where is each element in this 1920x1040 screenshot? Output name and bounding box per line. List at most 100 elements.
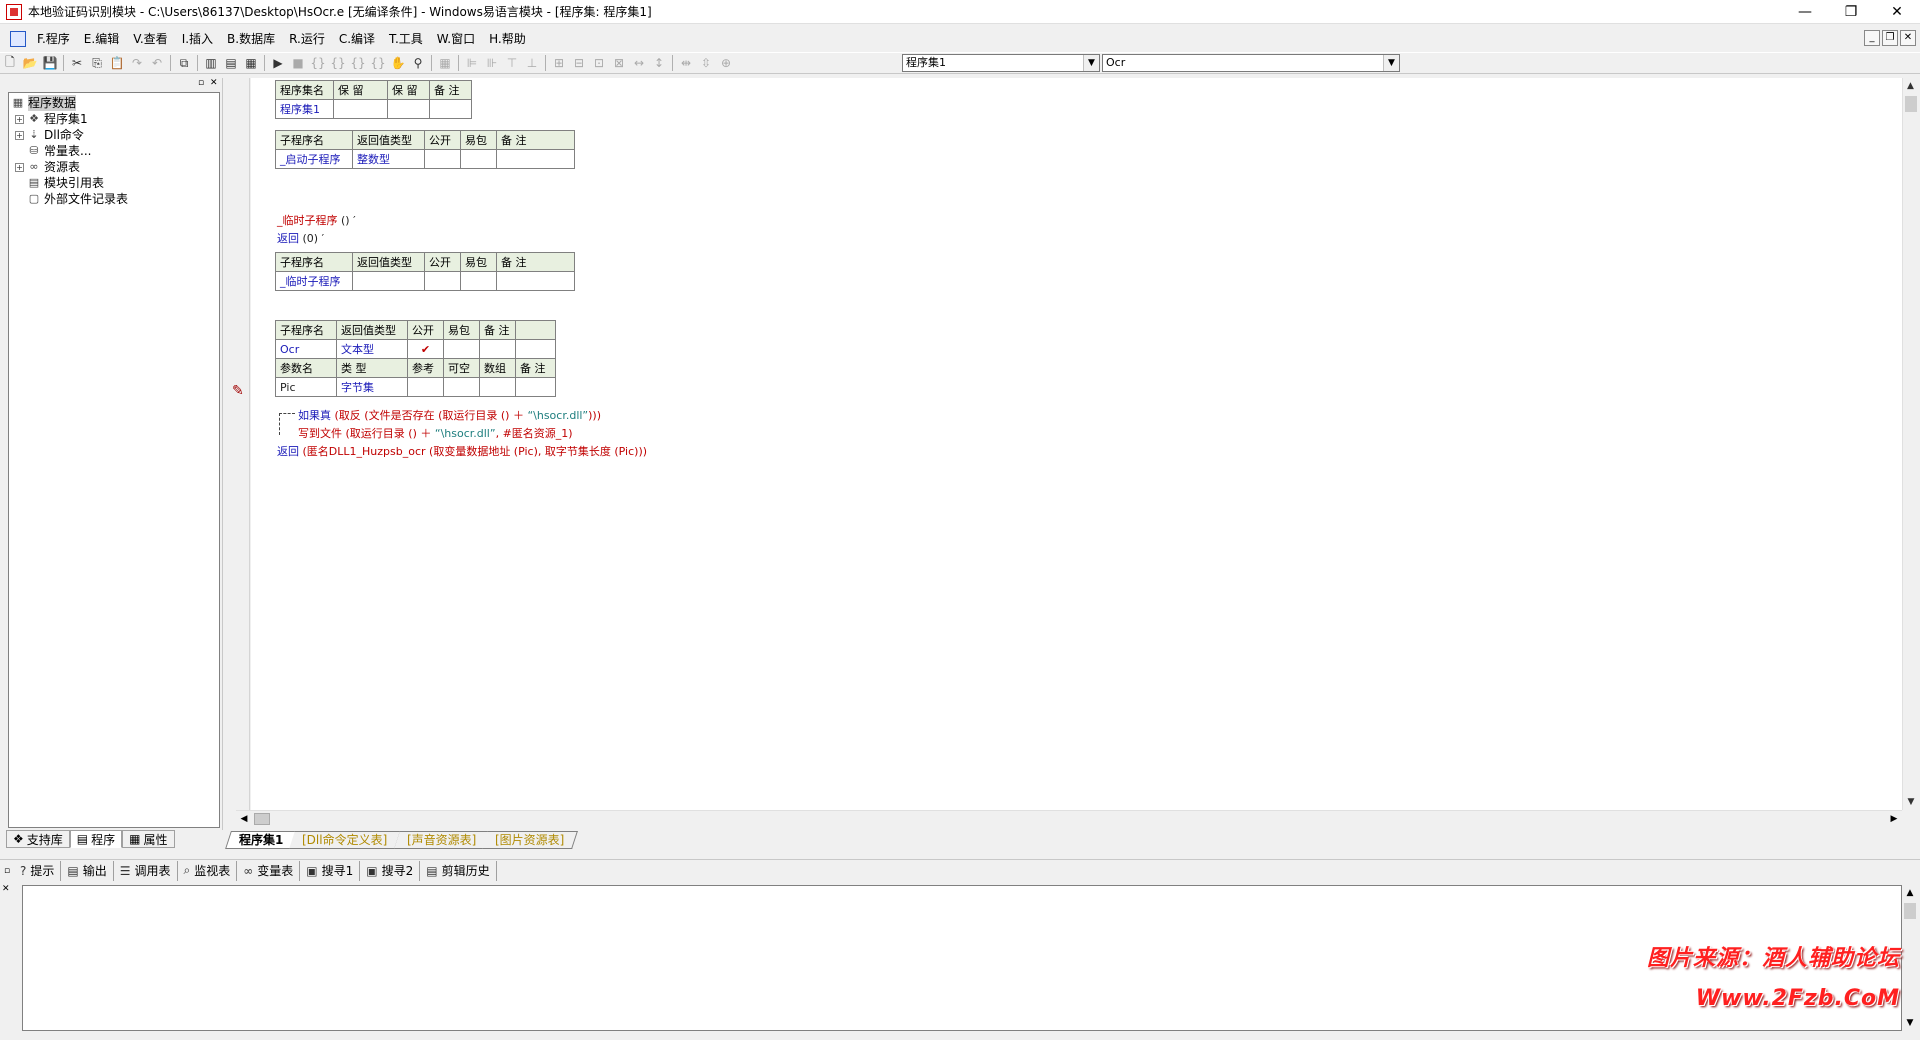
table-cell[interactable] <box>479 377 516 397</box>
menu-edit[interactable]: E.编辑 <box>77 28 126 50</box>
tab-sound-resources[interactable]: [声音资源表] <box>393 831 490 849</box>
table-cell[interactable] <box>429 99 472 119</box>
table-cell[interactable] <box>496 271 575 291</box>
step-into-icon[interactable]: {} <box>308 54 328 72</box>
vspace-icon[interactable]: ⇳ <box>696 54 716 72</box>
layout-full-icon[interactable]: ▦ <box>241 54 261 72</box>
table-cell[interactable] <box>460 271 497 291</box>
stop-icon[interactable]: ■ <box>288 54 308 72</box>
tab-clip-history[interactable]: ▤ 剪辑历史 <box>420 860 497 881</box>
table-cell[interactable] <box>333 99 388 119</box>
editor-vertical-scrollbar[interactable]: ▲ ▼ <box>1902 78 1918 810</box>
output-close-icon[interactable]: ✕ <box>2 884 10 894</box>
code-line[interactable]: _临时子程序 () ′ <box>277 212 356 228</box>
menu-view[interactable]: V.查看 <box>126 28 174 50</box>
chevron-down-icon[interactable]: ▼ <box>1383 55 1399 71</box>
scroll-down-icon[interactable]: ▼ <box>1903 794 1919 810</box>
redo-icon[interactable]: ↷ <box>127 54 147 72</box>
table-cell[interactable] <box>443 339 480 359</box>
tab-properties[interactable]: ▦ 属性 <box>122 830 175 848</box>
table-cell[interactable] <box>424 271 461 291</box>
hspace-icon[interactable]: ⇹ <box>676 54 696 72</box>
align-bottom-icon[interactable]: ⊥ <box>522 54 542 72</box>
save-icon[interactable]: 💾 <box>40 54 60 72</box>
tab-call-stack[interactable]: ☰ 调用表 <box>114 860 178 881</box>
tab-output[interactable]: ▤ 输出 <box>61 860 114 881</box>
table-cell[interactable] <box>479 339 516 359</box>
table-cell[interactable] <box>515 377 556 397</box>
space-h-icon[interactable]: ↔ <box>629 54 649 72</box>
tab-image-resources[interactable]: [图片资源表] <box>482 831 579 849</box>
scroll-up-icon[interactable]: ▲ <box>1902 885 1918 901</box>
table-cell[interactable]: Pic <box>275 377 337 397</box>
assembly-select[interactable]: 程序集1 ▼ <box>902 54 1100 72</box>
menu-window[interactable]: W.窗口 <box>430 28 482 50</box>
align-right-icon[interactable]: ⊪ <box>482 54 502 72</box>
scroll-thumb[interactable] <box>254 813 270 825</box>
tab-search1[interactable]: ▣ 搜寻1 <box>300 860 361 881</box>
tree-item-assembly[interactable]: + ❖ 程序集1 <box>11 111 217 127</box>
restore-button[interactable]: ❐ <box>1828 0 1874 24</box>
table-cell[interactable]: 文本型 <box>336 339 408 359</box>
panel-splitter[interactable] <box>222 78 230 830</box>
copy-icon[interactable]: ⎘ <box>87 54 107 72</box>
tab-variables[interactable]: ∞ 变量表 <box>237 860 301 881</box>
document-icon[interactable] <box>10 31 26 47</box>
menu-compile[interactable]: C.编译 <box>332 28 382 50</box>
table-cell[interactable] <box>407 377 444 397</box>
step-over-icon[interactable]: {} <box>328 54 348 72</box>
table-cell[interactable]: Ocr <box>275 339 337 359</box>
find-icon[interactable]: ⧉ <box>174 54 194 72</box>
code-line[interactable]: 写到文件 (取运行目录 () ＋ “\hsocr.dll”, #匿名资源_1) <box>298 425 573 441</box>
tab-watch[interactable]: ⌕ 监视表 <box>178 860 238 881</box>
pin-icon[interactable]: ▫ <box>0 866 14 876</box>
tree-root[interactable]: ▦ 程序数据 <box>11 95 217 111</box>
table-cell[interactable]: 字节集 <box>336 377 408 397</box>
undo-icon[interactable]: ↶ <box>147 54 167 72</box>
mdi-restore-button[interactable]: ❐ <box>1882 30 1898 46</box>
table-cell[interactable]: 程序集1 <box>275 99 334 119</box>
scroll-right-icon[interactable]: ▶ <box>1886 811 1902 827</box>
menu-database[interactable]: B.数据库 <box>220 28 282 50</box>
scroll-left-icon[interactable]: ◀ <box>236 811 252 827</box>
tab-support-library[interactable]: ❖ 支持库 <box>6 830 70 848</box>
expand-icon[interactable]: + <box>15 114 24 124</box>
center-h-icon[interactable]: ⊞ <box>549 54 569 72</box>
center-v-icon[interactable]: ⊟ <box>569 54 589 72</box>
code-line[interactable]: 如果真 (取反 (文件是否存在 (取运行目录 () ＋ “\hsocr.dll”… <box>298 407 601 423</box>
panel-close-icon[interactable]: ✕ <box>210 78 218 88</box>
size-icon[interactable]: ⊕ <box>716 54 736 72</box>
mdi-close-button[interactable]: ✕ <box>1900 30 1916 46</box>
editor-horizontal-scrollbar[interactable]: ◀ ▶ <box>236 810 1902 826</box>
menu-insert[interactable]: I.插入 <box>175 28 220 50</box>
subroutine-select[interactable]: Ocr ▼ <box>1102 54 1400 72</box>
output-panel[interactable] <box>22 885 1902 1031</box>
menu-tools[interactable]: T.工具 <box>382 28 430 50</box>
form-grid-icon[interactable]: ▦ <box>435 54 455 72</box>
same-width-icon[interactable]: ⊡ <box>589 54 609 72</box>
scroll-thumb[interactable] <box>1905 96 1917 112</box>
run-icon[interactable]: ▶ <box>268 54 288 72</box>
scroll-up-icon[interactable]: ▲ <box>1903 78 1918 94</box>
tab-search2[interactable]: ▣ 搜寻2 <box>360 860 421 881</box>
paste-icon[interactable]: 📋 <box>107 54 127 72</box>
cut-icon[interactable]: ✂ <box>67 54 87 72</box>
mdi-minimize-button[interactable]: _ <box>1864 30 1880 46</box>
table-cell[interactable]: 整数型 <box>352 149 425 169</box>
layout-left-icon[interactable]: ▥ <box>201 54 221 72</box>
tab-hint[interactable]: ? 提示 <box>14 860 62 881</box>
scroll-down-icon[interactable]: ▼ <box>1902 1015 1918 1031</box>
table-cell[interactable] <box>496 149 575 169</box>
scroll-thumb[interactable] <box>1904 903 1916 919</box>
table-cell[interactable] <box>460 149 497 169</box>
table-cell[interactable]: _启动子程序 <box>275 149 353 169</box>
menu-run[interactable]: R.运行 <box>282 28 332 50</box>
tree-item-dll[interactable]: + ⇣ Dll命令 <box>11 127 217 143</box>
menu-help[interactable]: H.帮助 <box>482 28 533 50</box>
run-to-cursor-icon[interactable]: {} <box>368 54 388 72</box>
same-height-icon[interactable]: ⊠ <box>609 54 629 72</box>
tab-assembly[interactable]: 程序集1 <box>225 831 298 849</box>
check-icon[interactable]: ✔ <box>407 339 444 359</box>
step-out-icon[interactable]: {} <box>348 54 368 72</box>
code-line[interactable]: 返回 (匿名DLL1_Huzpsb_ocr (取变量数据地址 (Pic), 取字… <box>277 443 647 459</box>
